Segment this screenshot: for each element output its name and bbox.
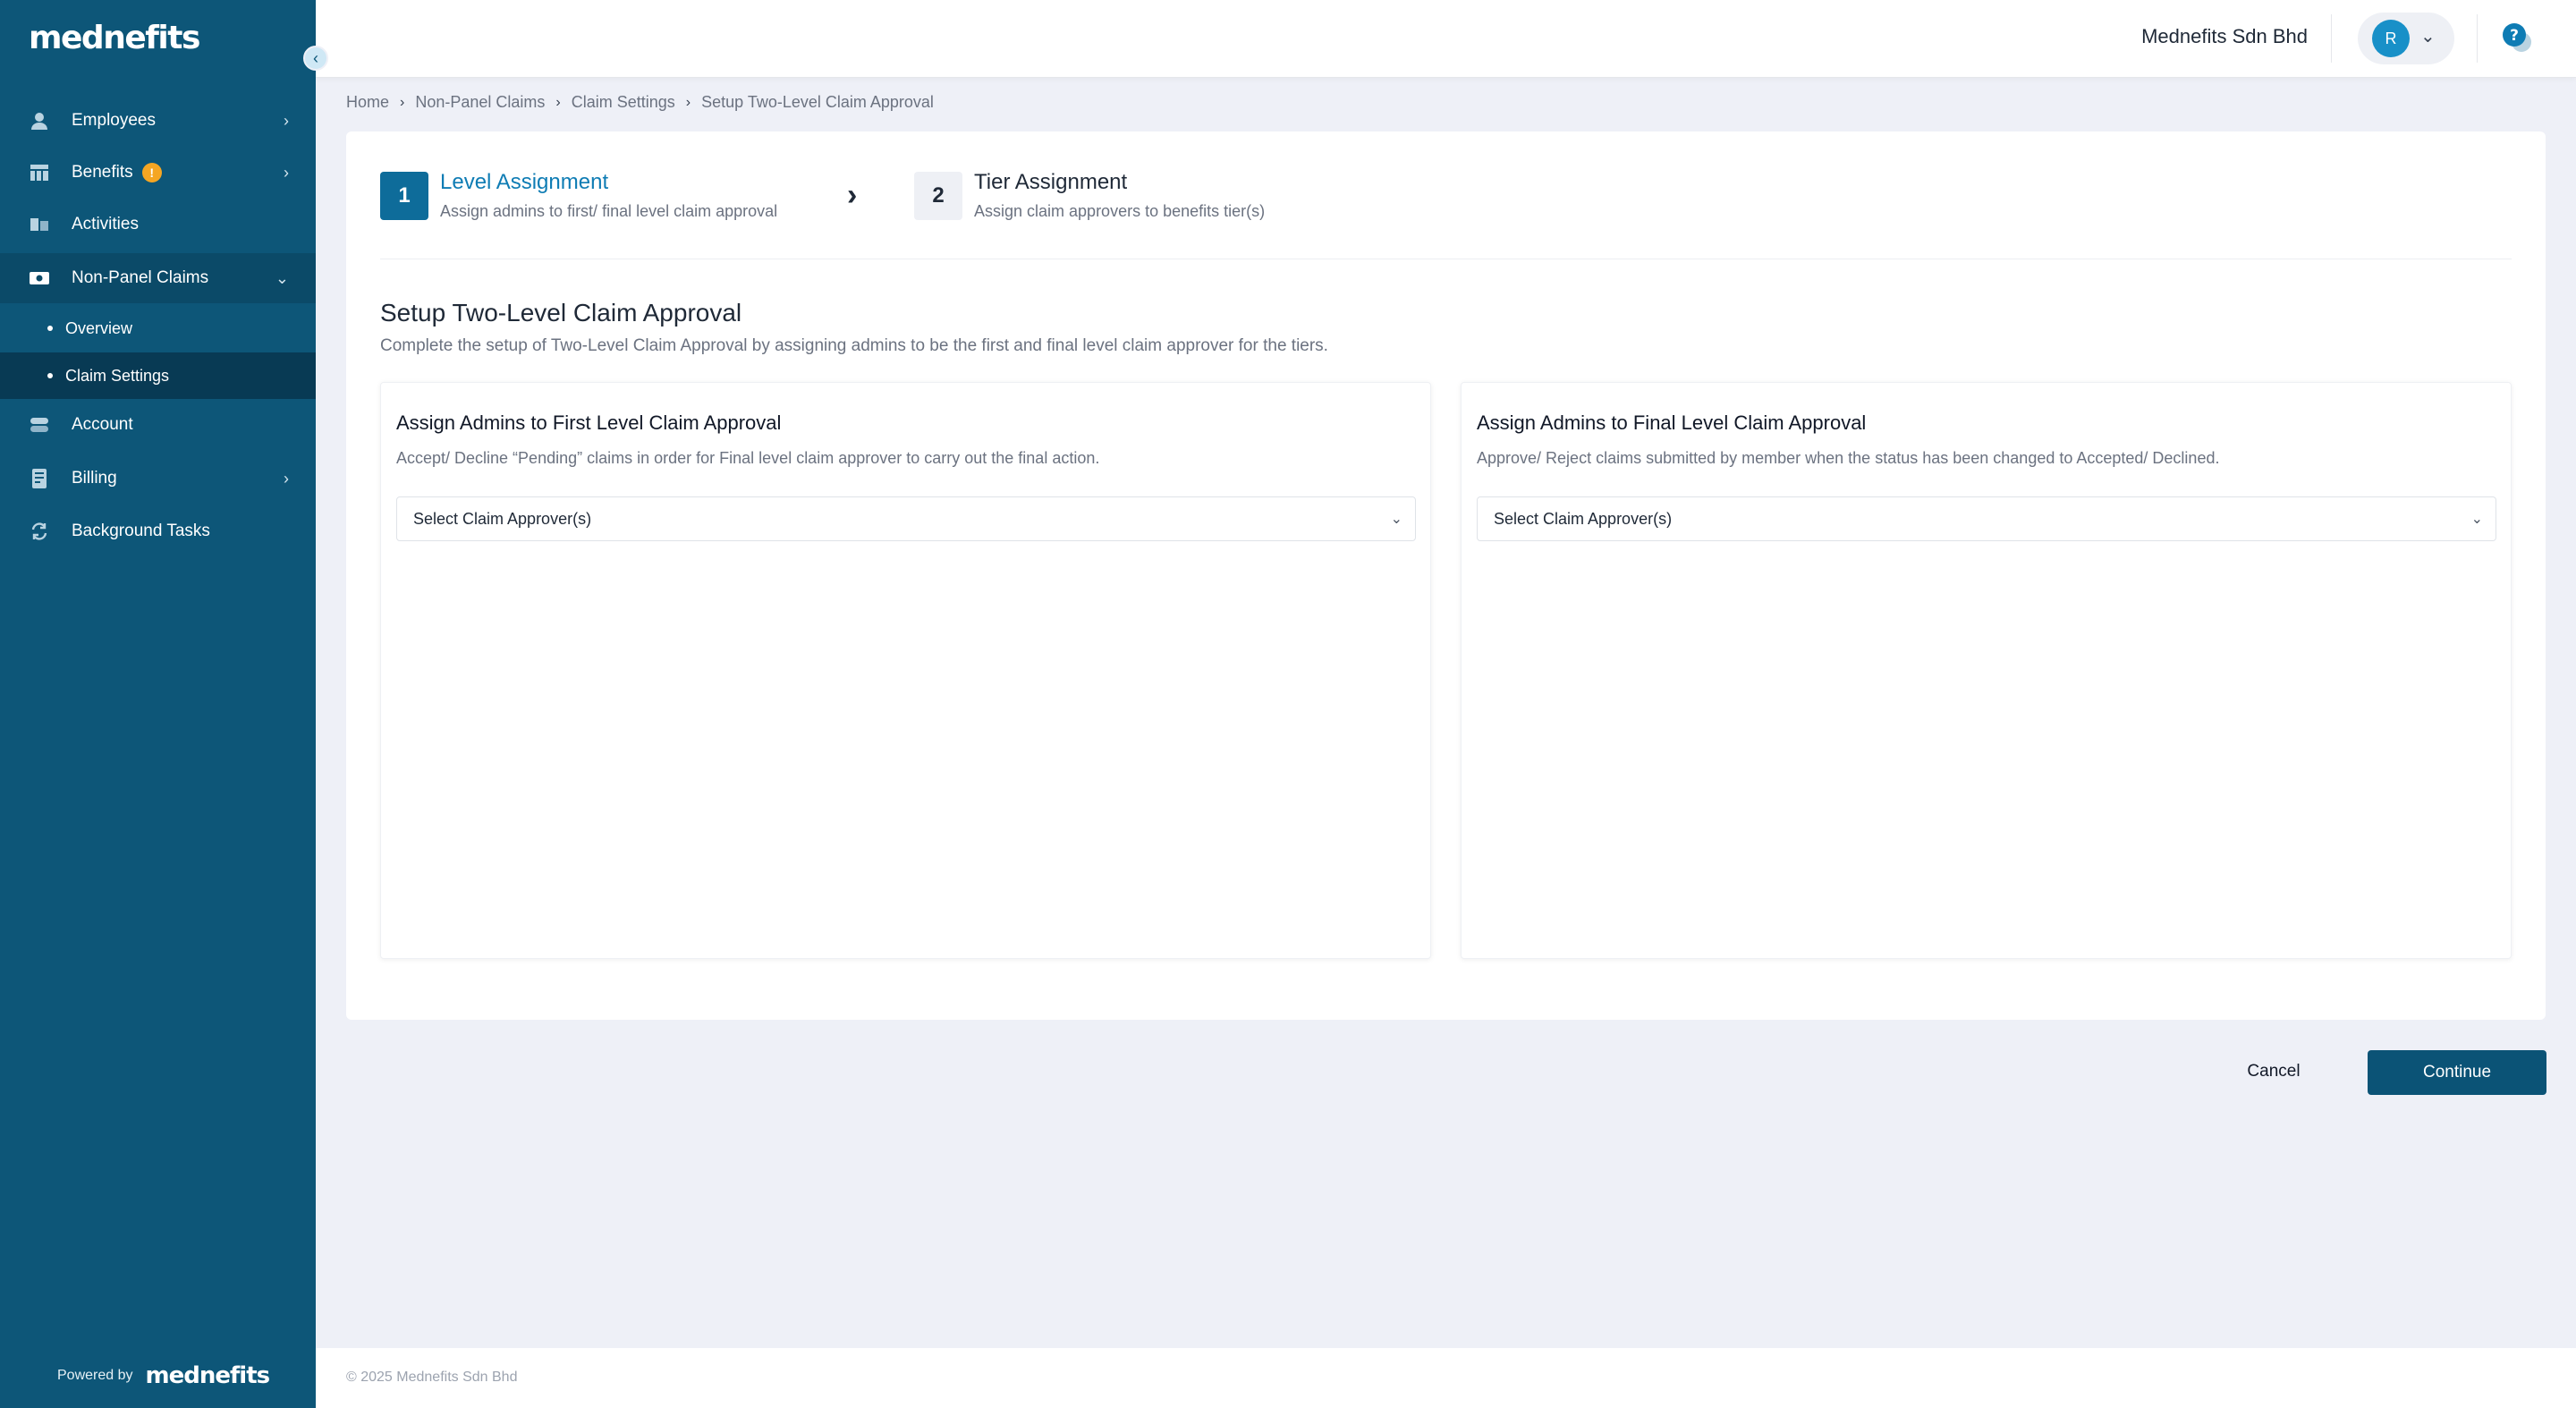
step-description: Assign admins to first/ final level clai… <box>440 202 778 220</box>
breadcrumb-claim-settings[interactable]: Claim Settings <box>572 93 675 112</box>
sidebar-collapse-button[interactable]: ‹ <box>303 46 328 71</box>
breadcrumb-home[interactable]: Home <box>346 93 389 112</box>
sidebar-item-label: Account <box>72 415 133 434</box>
step-description: Assign claim approvers to benefits tier(… <box>974 202 1266 220</box>
chevron-right-icon: › <box>284 163 289 182</box>
section-description: Complete the setup of Two-Level Claim Ap… <box>380 336 1328 355</box>
page-footer: © 2025 Mednefits Sdn Bhd <box>316 1348 2576 1408</box>
final-level-panel: Assign Admins to Final Level Claim Appro… <box>1461 382 2512 959</box>
cancel-button[interactable]: Cancel <box>2220 1050 2327 1093</box>
user-icon <box>29 110 50 131</box>
refresh-icon <box>29 521 50 542</box>
sidebar-item-label: Activities <box>72 215 139 233</box>
panel-description: Approve/ Reject claims submitted by memb… <box>1477 449 2220 467</box>
continue-button[interactable]: Continue <box>2368 1050 2546 1095</box>
chevron-down-icon: ⌄ <box>1390 512 1402 527</box>
step-level-assignment[interactable]: 1 Level Assignment Assign admins to firs… <box>380 170 778 221</box>
powered-by-text: Powered by <box>57 1368 133 1383</box>
chevron-right-icon: › <box>284 111 289 130</box>
powered-by: Powered by mednefits <box>57 1362 271 1389</box>
chevron-right-icon: › <box>555 94 561 110</box>
chevron-right-icon: › <box>400 94 405 110</box>
step-number: 2 <box>914 172 962 220</box>
breadcrumb-current: Setup Two-Level Claim Approval <box>701 93 934 111</box>
panel-description: Accept/ Decline “Pending” claims in orde… <box>396 449 1100 467</box>
panel-title: Assign Admins to Final Level Claim Appro… <box>1477 411 1867 434</box>
sidebar-subitem-overview[interactable]: Overview <box>0 305 316 352</box>
company-name: Mednefits Sdn Bhd <box>2141 25 2308 47</box>
final-level-approver-select[interactable]: Select Claim Approver(s) ⌄ <box>1477 496 2496 541</box>
sidebar-subitem-label: Overview <box>65 318 133 337</box>
chevron-right-icon: › <box>284 469 289 488</box>
bullet-dot <box>47 373 53 378</box>
first-level-panel: Assign Admins to First Level Claim Appro… <box>380 382 1431 959</box>
first-level-approver-select[interactable]: Select Claim Approver(s) ⌄ <box>396 496 1416 541</box>
step-arrow-icon: › <box>847 178 858 212</box>
money-icon <box>29 267 50 289</box>
sidebar-item-employees[interactable]: Employees › <box>0 96 316 146</box>
sidebar-item-account[interactable]: Account <box>0 400 316 450</box>
sidebar-subitem-label: Claim Settings <box>65 366 170 385</box>
account-icon <box>29 414 50 436</box>
sidebar-item-benefits[interactable]: Benefits! › <box>0 148 316 198</box>
powered-by-logo: mednefits <box>145 1362 271 1389</box>
chevron-down-icon: ⌄ <box>275 268 289 287</box>
breadcrumb-non-panel-claims[interactable]: Non-Panel Claims <box>415 93 545 112</box>
sidebar: mednefits Employees › Benefits! › Activi… <box>0 0 316 1408</box>
sidebar-item-label: Background Tasks <box>72 522 210 540</box>
sidebar-item-label: Employees <box>72 111 156 130</box>
header-divider <box>2331 14 2332 63</box>
activities-icon <box>29 214 50 235</box>
section-title: Setup Two-Level Claim Approval <box>380 299 742 327</box>
select-placeholder: Select Claim Approver(s) <box>1494 509 1673 528</box>
bullet-dot <box>47 326 53 331</box>
sidebar-item-label: Non-Panel Claims <box>72 268 209 287</box>
avatar[interactable]: R <box>2372 20 2410 57</box>
step-number: 1 <box>380 172 428 220</box>
sidebar-item-billing[interactable]: Billing › <box>0 454 316 504</box>
warning-badge: ! <box>141 162 162 182</box>
sidebar-item-non-panel-claims[interactable]: Non-Panel Claims ⌄ <box>0 253 316 303</box>
copyright-text: © 2025 Mednefits Sdn Bhd <box>346 1370 518 1385</box>
chevron-right-icon: › <box>685 94 691 110</box>
main-card: 1 Level Assignment Assign admins to firs… <box>346 131 2546 1020</box>
sidebar-item-label: Billing <box>72 469 117 488</box>
header-divider <box>2477 14 2478 63</box>
panel-title: Assign Admins to First Level Claim Appro… <box>396 411 782 434</box>
svg-text:?: ? <box>2510 27 2519 45</box>
billing-icon <box>29 468 50 489</box>
step-tier-assignment[interactable]: 2 Tier Assignment Assign claim approvers… <box>914 170 1266 221</box>
table-icon <box>29 162 50 183</box>
sidebar-item-label: Benefits <box>72 163 133 182</box>
step-title: Level Assignment <box>440 170 609 194</box>
sidebar-subitem-claim-settings[interactable]: Claim Settings <box>0 352 316 399</box>
chevron-down-icon[interactable]: ⌄ <box>2420 25 2436 47</box>
help-chat-icon[interactable]: ? <box>2502 22 2532 53</box>
sidebar-item-activities[interactable]: Activities <box>0 199 316 250</box>
step-title: Tier Assignment <box>974 170 1128 194</box>
sidebar-item-background-tasks[interactable]: Background Tasks <box>0 506 316 556</box>
select-placeholder: Select Claim Approver(s) <box>413 509 592 528</box>
breadcrumb: Home › Non-Panel Claims › Claim Settings… <box>346 93 934 112</box>
chevron-down-icon: ⌄ <box>2470 512 2483 527</box>
mednefits-logo[interactable]: mednefits <box>29 20 200 56</box>
